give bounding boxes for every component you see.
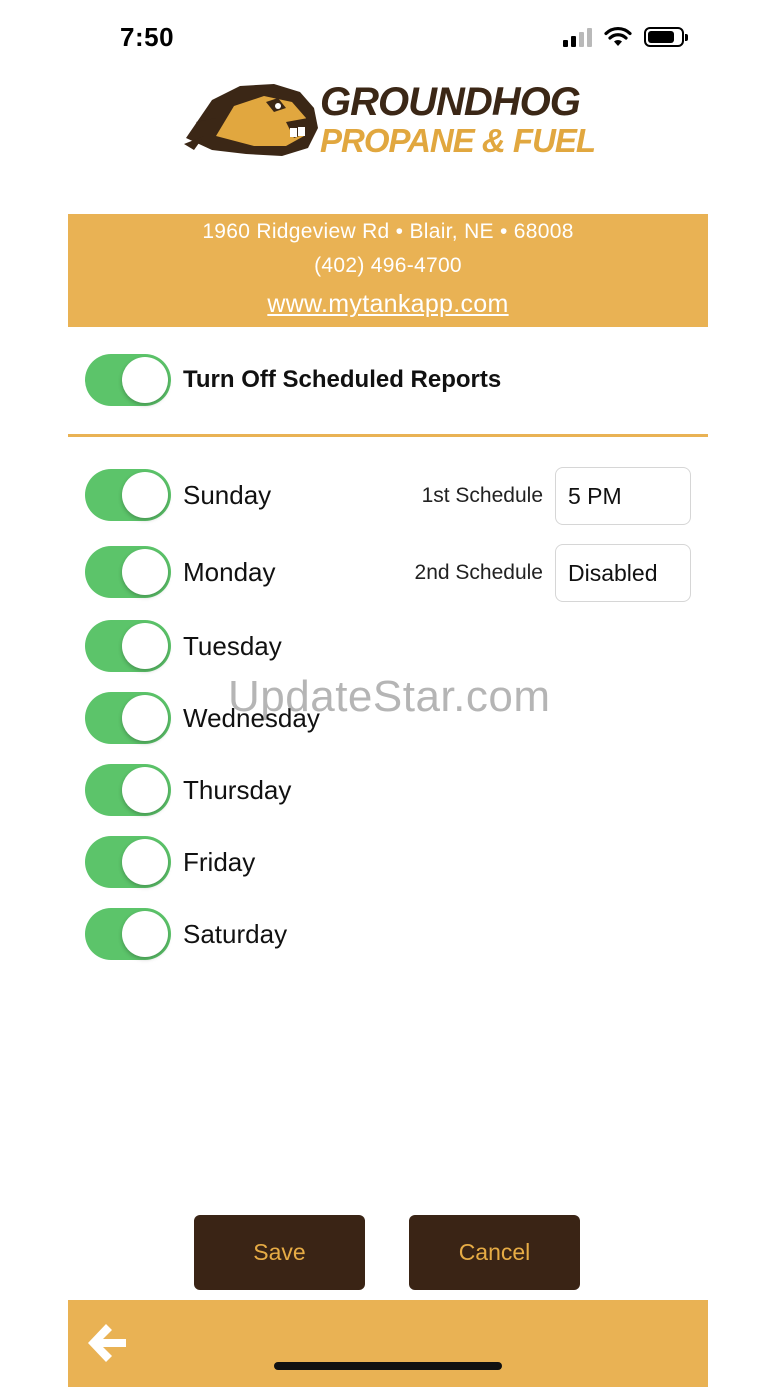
sunday-label: Sunday (183, 480, 272, 510)
home-indicator (274, 1362, 502, 1370)
info-banner: 1960 Ridgeview Rd • Blair, NE • 68008 (4… (68, 214, 708, 327)
save-button[interactable]: Save (194, 1215, 365, 1290)
website-link[interactable]: www.mytankapp.com (68, 290, 708, 319)
monday-toggle[interactable] (85, 546, 171, 598)
saturday-toggle[interactable] (85, 908, 171, 960)
logo-line-2: PROPANE & FUEL (320, 122, 596, 159)
turn-off-reports-toggle[interactable] (85, 354, 171, 406)
wednesday-toggle[interactable] (85, 692, 171, 744)
tuesday-toggle[interactable] (85, 620, 171, 672)
turn-off-reports-label: Turn Off Scheduled Reports (183, 366, 502, 393)
second-schedule-label: 2nd Schedule (414, 561, 543, 584)
divider (68, 434, 708, 437)
cancel-button[interactable]: Cancel (409, 1215, 580, 1290)
status-time: 7:50 (120, 22, 175, 52)
saturday-label: Saturday (183, 919, 288, 949)
arrow-left-icon[interactable] (84, 1320, 130, 1366)
battery-icon (644, 27, 688, 47)
logo-line-1: GROUNDHOG (320, 80, 581, 124)
status-icons (563, 26, 688, 48)
groundhog-mascot-icon (184, 84, 318, 156)
sunday-toggle[interactable] (85, 469, 171, 521)
friday-label: Friday (183, 847, 256, 877)
bottom-nav-bar (68, 1300, 708, 1387)
monday-label: Monday (183, 557, 276, 587)
thursday-toggle[interactable] (85, 764, 171, 816)
cellular-signal-icon (563, 27, 592, 47)
phone-link[interactable]: (402) 496-4700 (68, 254, 708, 278)
second-schedule-select[interactable]: Disabled (555, 544, 691, 602)
wednesday-label: Wednesday (183, 703, 320, 733)
first-schedule-label: 1st Schedule (421, 484, 543, 507)
thursday-label: Thursday (183, 775, 292, 805)
tuesday-label: Tuesday (183, 631, 282, 661)
wifi-icon (604, 26, 632, 46)
friday-toggle[interactable] (85, 836, 171, 888)
company-logo: GROUNDHOG PROPANE & FUEL (182, 76, 602, 166)
address-text: 1960 Ridgeview Rd • Blair, NE • 68008 (202, 220, 574, 243)
screen: 7:50 GROUNDHOG PROPANE & FUEL 1960 Ridge… (0, 0, 780, 1387)
first-schedule-select[interactable]: 5 PM (555, 467, 691, 525)
